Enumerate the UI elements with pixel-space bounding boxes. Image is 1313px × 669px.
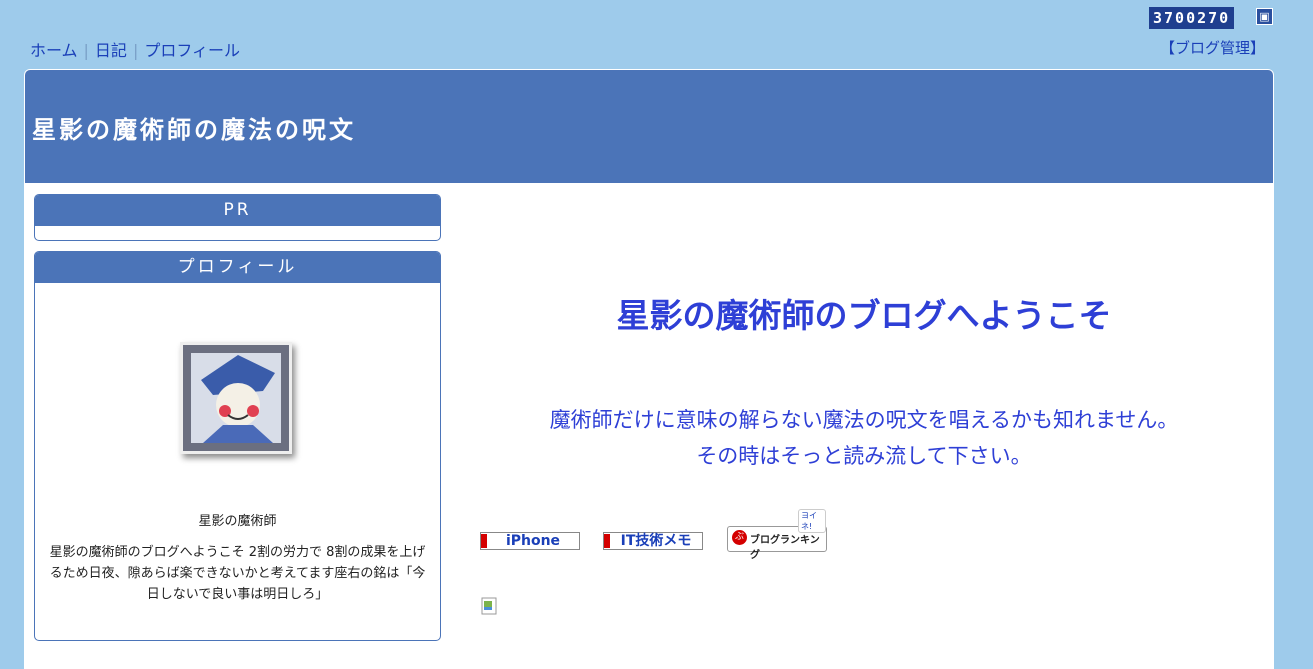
avatar-illustration [183, 345, 289, 451]
avatar [180, 342, 292, 454]
main-container: 星影の魔術師の魔法の呪文 PR プロフィール 星影の魔術師 星影の魔術師のブログ… [24, 69, 1274, 669]
top-nav: ホーム | 日記 | プロフィール [30, 37, 240, 61]
nav-separator: | [83, 41, 89, 60]
ranking-tag: ヨイネ! [798, 509, 826, 533]
blog-admin-link[interactable]: 【ブログ管理】 [1160, 37, 1265, 58]
nav-separator: | [132, 41, 139, 60]
profile-panel-title: プロフィール [35, 252, 440, 283]
ranking-logo-icon: ぶ [732, 530, 747, 545]
ranking-label: ブログランキング [750, 535, 820, 561]
pr-panel-title: PR [35, 195, 440, 226]
blog-ranking-banner[interactable]: ヨイネ! ぶ ブログランキング [727, 509, 827, 561]
blog-header: 星影の魔術師の魔法の呪文 [25, 70, 1273, 183]
blog-title[interactable]: 星影の魔術師の魔法の呪文 [32, 110, 356, 145]
access-counter: 3700270 [1149, 7, 1235, 29]
nav-profile-link[interactable]: プロフィール [144, 41, 240, 60]
welcome-heading: 星影の魔術師のブログへようこそ [616, 296, 1112, 335]
intro-text: 魔術師だけに意味の解らない魔法の呪文を唱えるかも知れません。 その時はそっと読み… [464, 402, 1264, 474]
pr-panel: PR [34, 194, 441, 241]
broken-image-icon [481, 597, 499, 615]
nav-home-link[interactable]: ホーム [30, 41, 78, 60]
profile-panel: プロフィール 星影の魔術師 星影の魔術師のブログへようこそ 2割の労力で 8割の… [34, 251, 441, 641]
counter-icon[interactable]: ▣ [1256, 8, 1273, 25]
intro-line: 魔術師だけに意味の解らない魔法の呪文を唱えるかも知れません。 [549, 408, 1179, 432]
profile-description: 星影の魔術師のブログへようこそ 2割の労力で 8割の成果を上げるため日夜、隙あら… [49, 545, 426, 602]
iphone-category-badge[interactable]: iPhone [480, 532, 580, 550]
profile-name: 星影の魔術師 [198, 514, 277, 529]
intro-line: その時はそっと読み流して下さい。 [696, 444, 1032, 468]
it-memo-category-badge[interactable]: IT技術メモ [603, 532, 703, 550]
nav-diary-link[interactable]: 日記 [95, 41, 127, 60]
